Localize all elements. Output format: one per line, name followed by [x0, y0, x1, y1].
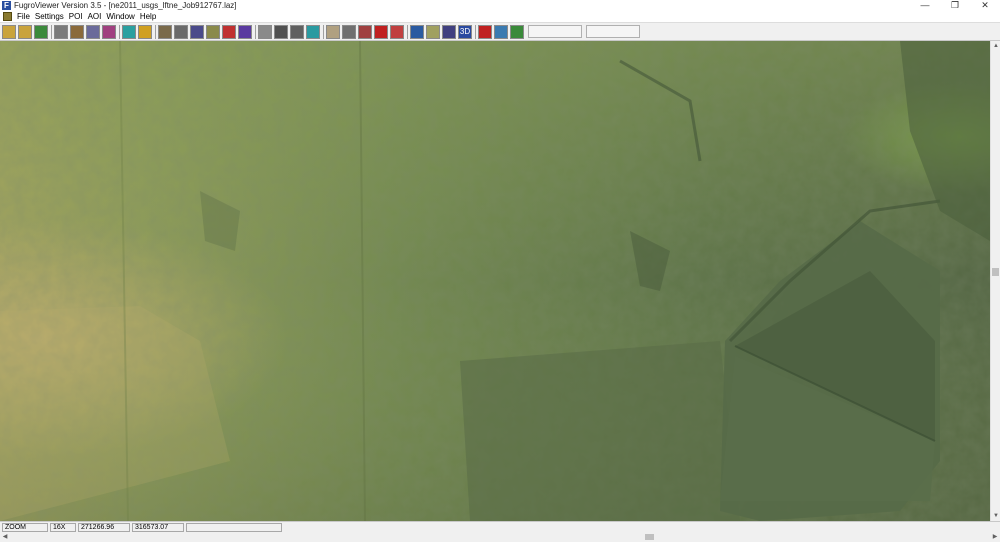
menu-settings[interactable]: Settings: [35, 12, 64, 21]
scatter-icon[interactable]: [290, 24, 304, 39]
point-cloud-icon[interactable]: [174, 24, 188, 39]
hatch-icon[interactable]: [206, 24, 220, 39]
palette-icon[interactable]: [158, 24, 172, 39]
status-zoom: 16X: [50, 522, 76, 532]
toolbar-field-1[interactable]: [528, 25, 582, 38]
globe-icon[interactable]: [410, 24, 424, 39]
toolbar-separator: [51, 24, 52, 39]
scroll-left-icon[interactable]: ◀: [0, 532, 10, 542]
document-icon[interactable]: [3, 12, 12, 21]
toolbar-field-2[interactable]: [586, 25, 640, 38]
status-bar: ZOOM 16X 271266.96 316573.07: [0, 521, 1000, 532]
horizontal-scrollbar[interactable]: ◀ ▶: [0, 532, 1000, 542]
nodes-icon[interactable]: [274, 24, 288, 39]
menu-help[interactable]: Help: [140, 12, 156, 21]
stop-icon[interactable]: [478, 24, 492, 39]
open-folder-icon[interactable]: [2, 24, 16, 39]
map-viewport[interactable]: [0, 41, 990, 521]
3d-icon[interactable]: 3D: [458, 24, 472, 39]
toolbar-separator: [407, 24, 408, 39]
toolbar: 3D: [0, 22, 1000, 41]
menu-poi[interactable]: POI: [69, 12, 83, 21]
menu-bar: File Settings POI AOI Window Help: [0, 11, 1000, 22]
status-mode: ZOOM: [2, 522, 48, 532]
status-empty-pane: [186, 522, 282, 532]
window-title: FugroViewer Version 3.5 - [ne2011_usgs_l…: [14, 1, 237, 10]
ruler-icon[interactable]: [426, 24, 440, 39]
status-y-coordinate: 316573.07: [132, 522, 184, 532]
measure-icon[interactable]: [358, 24, 372, 39]
restore-button[interactable]: ❐: [940, 0, 970, 11]
bars-icon[interactable]: [138, 24, 152, 39]
grid-icon[interactable]: [86, 24, 100, 39]
sync-icon[interactable]: [494, 24, 508, 39]
target-icon[interactable]: [102, 24, 116, 39]
menu-aoi[interactable]: AOI: [88, 12, 102, 21]
window-controls: — ❐ ✕: [910, 0, 1000, 11]
hand-pan-icon[interactable]: [326, 24, 340, 39]
toolbar-separator: [475, 24, 476, 39]
zoom-icon[interactable]: [342, 24, 356, 39]
vertical-scrollbar[interactable]: ▲ ▼: [990, 41, 1000, 521]
cube-icon[interactable]: [306, 24, 320, 39]
grid-select-icon[interactable]: [258, 24, 272, 39]
toolbar-separator: [119, 24, 120, 39]
toolbar-separator: [323, 24, 324, 39]
arrow-icon[interactable]: [34, 24, 48, 39]
profile-icon[interactable]: [190, 24, 204, 39]
scroll-right-icon[interactable]: ▶: [990, 532, 1000, 542]
pencil-icon[interactable]: [442, 24, 456, 39]
horizontal-scroll-thumb[interactable]: [645, 534, 654, 540]
elevation-surface: [0, 41, 990, 521]
rainbow-icon[interactable]: [238, 24, 252, 39]
close-button[interactable]: ✕: [970, 0, 1000, 11]
app-icon: F: [2, 1, 11, 10]
minimize-button[interactable]: —: [910, 0, 940, 11]
scroll-down-icon[interactable]: ▼: [991, 511, 1000, 521]
title-bar: F FugroViewer Version 3.5 - [ne2011_usgs…: [0, 0, 1000, 11]
menu-file[interactable]: File: [17, 12, 30, 21]
pin-icon[interactable]: [374, 24, 388, 39]
crosshair-icon[interactable]: [390, 24, 404, 39]
surface-icon[interactable]: [122, 24, 136, 39]
menu-window[interactable]: Window: [106, 12, 134, 21]
toolbar-separator: [155, 24, 156, 39]
vertical-scroll-thumb[interactable]: [992, 268, 999, 276]
scroll-up-icon[interactable]: ▲: [991, 41, 1000, 51]
toolbar-separator: [255, 24, 256, 39]
export-icon[interactable]: [510, 24, 524, 39]
open-recent-icon[interactable]: [18, 24, 32, 39]
layers-icon[interactable]: [54, 24, 68, 39]
layers-add-icon[interactable]: [70, 24, 84, 39]
red-square-icon[interactable]: [222, 24, 236, 39]
status-x-coordinate: 271266.96: [78, 522, 130, 532]
